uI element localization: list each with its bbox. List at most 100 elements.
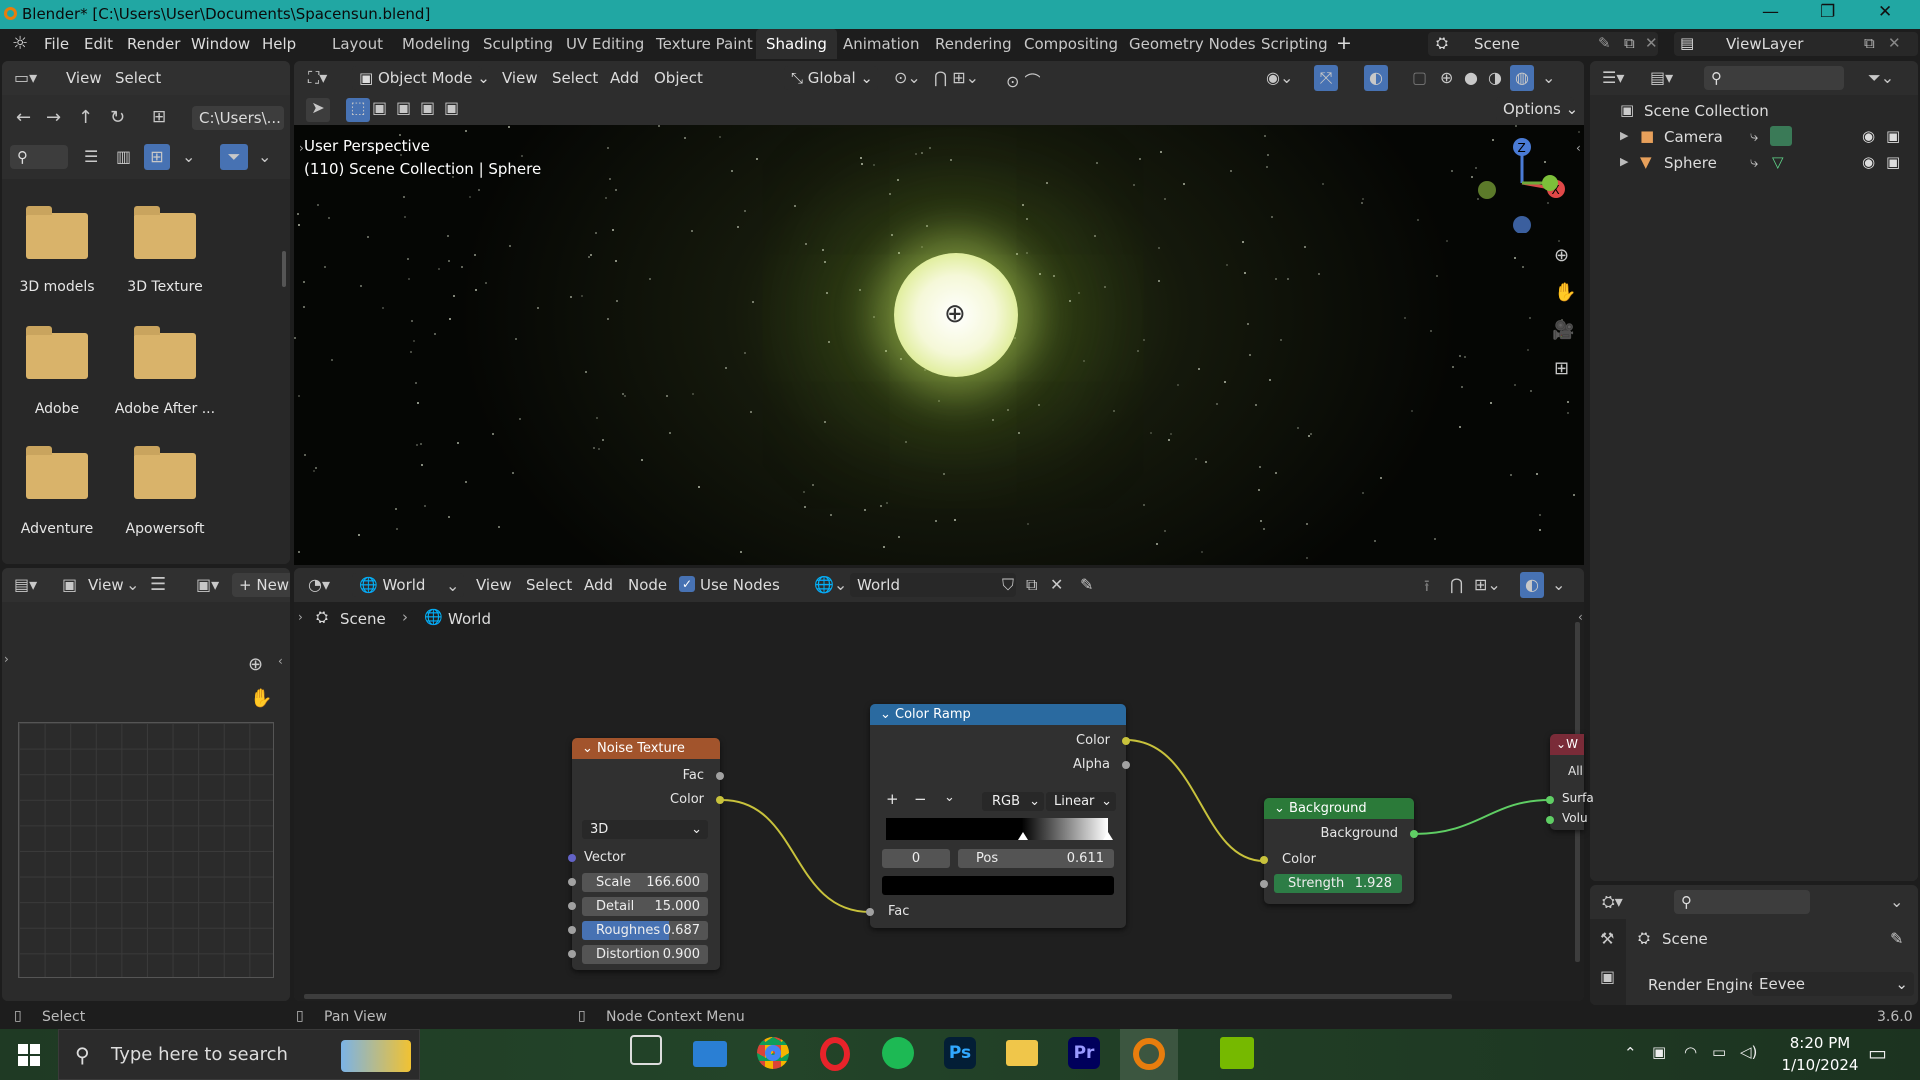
ramp-node-header[interactable]: ⌄ Color Ramp (870, 704, 1126, 725)
mesh-data-icon[interactable]: ▽ (1772, 153, 1784, 171)
outliner-search-input[interactable]: ⚲ (1704, 66, 1844, 90)
ramp-interpolation-dropdown[interactable]: Linear ⌄ (1046, 792, 1116, 811)
camera-label[interactable]: Camera (1664, 128, 1723, 146)
noise-roughness-field[interactable]: Roughnes 0.687 (582, 921, 708, 940)
ramp-stop-color-swatch[interactable] (882, 876, 1114, 895)
new-viewlayer-icon[interactable]: ⧉ (1864, 34, 1875, 52)
link-ramp-to-background[interactable] (1125, 739, 1265, 862)
blender-taskbar-active[interactable] (1120, 1029, 1178, 1080)
collapse-chevron-icon[interactable]: ⌄ (582, 741, 597, 756)
color-ramp-node[interactable]: ⌄ Color Ramp Color Alpha + − ⌄ RGB ⌄ Line… (866, 704, 1130, 928)
close-icon[interactable]: ✕ (1878, 2, 1892, 22)
viewlayer-selector[interactable]: ▤ ViewLayer ⧉ ✕ (1674, 32, 1918, 56)
noise-roughness-socket[interactable] (568, 926, 576, 934)
task-view-icon[interactable] (630, 1035, 662, 1065)
ramp-options-chevron-icon[interactable]: ⌄ (944, 790, 955, 805)
ramp-position-field[interactable]: Pos 0.611 (958, 849, 1114, 868)
windows-start-icon[interactable] (18, 1044, 40, 1066)
new-scene-icon[interactable]: ⧉ (1624, 34, 1635, 52)
camera-data-icon[interactable] (1770, 126, 1792, 146)
minimize-icon[interactable]: — (1762, 2, 1779, 22)
notifications-icon[interactable]: ▭ (1868, 1041, 1887, 1065)
ramp-stop-index-field[interactable]: 0 (882, 849, 950, 868)
color-ramp-gradient[interactable] (886, 818, 1108, 840)
noise-distortion-field[interactable]: Distortion 0.900 (582, 945, 708, 964)
background-in-color-socket[interactable] (1260, 856, 1268, 864)
ramp-color-mode-dropdown[interactable]: RGB ⌄ (982, 792, 1044, 811)
collapse-chevron-icon[interactable]: ⌄ (880, 707, 895, 722)
properties-options-chevron-icon[interactable]: ⌄ (1890, 892, 1903, 911)
taskbar-time[interactable]: 8:20 PM (1778, 1034, 1862, 1052)
taskbar-search-box[interactable]: ⚲ Type here to search (58, 1029, 420, 1080)
background-node[interactable]: ⌄ Background Background Color Strength 1.… (1260, 798, 1418, 904)
collapse-chevron-icon[interactable]: ⌄ (1556, 737, 1566, 751)
render-camera-icon[interactable]: ▣ (1886, 153, 1900, 171)
noise-out-color-socket[interactable] (716, 796, 724, 804)
tray-app-icon[interactable]: ▣ (1652, 1043, 1666, 1061)
expand-arrow-icon[interactable]: ▶ (1620, 129, 1628, 142)
noise-texture-node[interactable]: ⌄ Noise Texture Fac Color 3D ⌄ Vector Sca… (568, 738, 724, 970)
collapse-chevron-icon[interactable]: ⌄ (1274, 801, 1289, 816)
properties-search-input[interactable]: ⚲ (1674, 890, 1810, 914)
wifi-icon[interactable]: ◠ (1684, 1043, 1697, 1061)
remove-viewlayer-icon[interactable]: ✕ (1888, 34, 1901, 52)
ramp-stop-white-handle[interactable] (1103, 832, 1113, 840)
tool-tab-icon[interactable]: ⚒ (1600, 929, 1614, 948)
background-strength-field[interactable]: Strength 1.928 (1274, 874, 1402, 893)
pin-icon[interactable]: ✎ (1598, 34, 1611, 52)
mail-icon[interactable] (693, 1041, 727, 1067)
remove-stop-icon[interactable]: − (914, 790, 927, 808)
render-engine-dropdown[interactable]: Eevee ⌄ (1752, 972, 1914, 996)
restore-icon[interactable]: ❐ (1820, 2, 1835, 22)
ramp-out-alpha-socket[interactable] (1122, 761, 1130, 769)
photoshop-icon[interactable]: Ps (944, 1037, 976, 1069)
render-camera-icon[interactable]: ▣ (1886, 127, 1900, 145)
add-stop-icon[interactable]: + (886, 790, 899, 808)
ramp-in-fac-socket[interactable] (866, 908, 874, 916)
editor-type-icon[interactable]: ☰▾ (1602, 68, 1624, 87)
opera-icon[interactable] (820, 1037, 850, 1071)
render-tab-icon[interactable]: ▣ (1600, 967, 1615, 986)
eye-icon[interactable]: ◉ (1862, 127, 1875, 145)
world-output-node[interactable]: ⌄W All Surfa Volu (1546, 734, 1594, 830)
ramp-out-color-socket[interactable] (1122, 737, 1130, 745)
background-node-header[interactable]: ⌄ Background (1264, 798, 1414, 819)
world-output-header[interactable]: ⌄W (1550, 734, 1584, 755)
noise-detail-field[interactable]: Detail 15.000 (582, 897, 708, 916)
noise-out-fac-socket[interactable] (716, 772, 724, 780)
noise-detail-socket[interactable] (568, 902, 576, 910)
spotify-icon[interactable] (882, 1037, 914, 1069)
background-strength-socket[interactable] (1260, 880, 1268, 888)
nvidia-icon[interactable] (1220, 1037, 1254, 1069)
premiere-icon[interactable]: Pr (1068, 1037, 1100, 1069)
world-output-volume-socket[interactable] (1546, 816, 1554, 824)
pin-icon[interactable]: ✎ (1890, 929, 1903, 948)
chrome-icon[interactable] (757, 1037, 789, 1069)
editor-type-icon[interactable]: ⛭▾ (1602, 892, 1623, 912)
remove-scene-icon[interactable]: ✕ (1645, 34, 1658, 52)
noise-distortion-socket[interactable] (568, 950, 576, 958)
outliner-row-sphere[interactable]: ▶ ▼ Sphere ⤷ ▽ ◉ ▣ (1590, 151, 1918, 175)
noise-scale-field[interactable]: Scale 166.600 (582, 873, 708, 892)
eye-icon[interactable]: ◉ (1862, 153, 1875, 171)
link-background-to-output[interactable] (1413, 799, 1551, 835)
background-out-socket[interactable] (1410, 830, 1418, 838)
scene-collection-label[interactable]: Scene Collection (1644, 102, 1769, 120)
volume-icon[interactable]: ◁) (1740, 1043, 1757, 1061)
noise-dimensions-dropdown[interactable]: 3D ⌄ (582, 820, 708, 839)
noise-node-header[interactable]: ⌄ Noise Texture (572, 738, 720, 759)
noise-scale-socket[interactable] (568, 878, 576, 886)
expand-arrow-icon[interactable]: ▶ (1620, 155, 1628, 168)
noise-in-vector-socket[interactable] (568, 854, 576, 862)
taskbar-date[interactable]: 1/10/2024 (1776, 1056, 1864, 1074)
sphere-label[interactable]: Sphere (1664, 154, 1717, 172)
world-output-surface-socket[interactable] (1546, 796, 1554, 804)
tray-chevron-icon[interactable]: ⌃ (1624, 1044, 1637, 1062)
world-output-target[interactable]: All (1568, 764, 1583, 778)
file-explorer-icon[interactable] (1006, 1040, 1038, 1066)
battery-icon[interactable]: ▭ (1712, 1043, 1726, 1061)
outliner-row-camera[interactable]: ▶ ■ Camera ⤷ ◉ ▣ (1590, 125, 1918, 149)
link-noise-to-ramp[interactable] (721, 799, 871, 913)
display-mode-icon[interactable]: ▤▾ (1650, 68, 1673, 87)
filter-icon[interactable]: ⏷⌄ (1868, 68, 1894, 88)
